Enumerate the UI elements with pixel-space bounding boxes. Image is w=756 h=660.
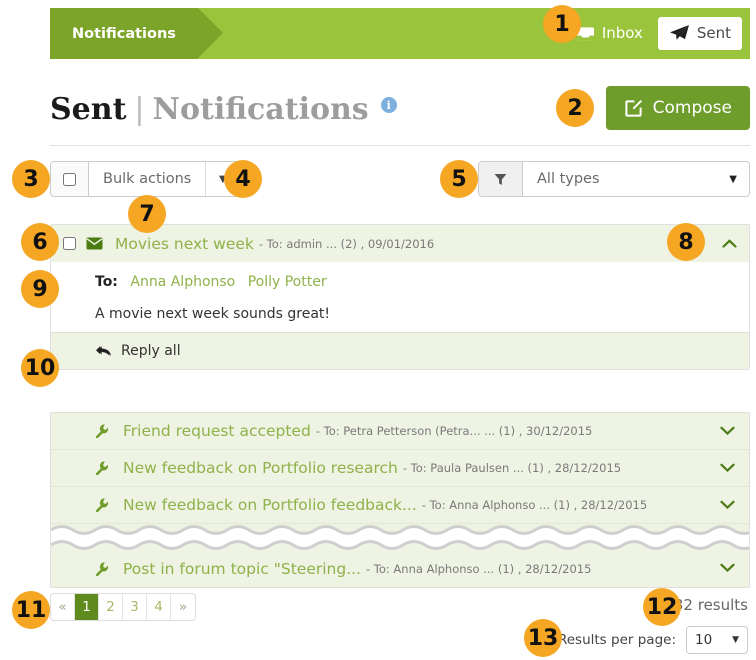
message-to-label: To: [95,274,118,290]
list-item[interactable]: New feedback on Portfolio research - To:… [51,450,749,487]
chevron-down-icon: ▼ [732,635,739,645]
topbar-section-tab: Notifications [50,8,223,59]
nav-tab-sent-label: Sent [696,24,731,42]
message-body-text: A movie next week sounds great! [95,306,331,322]
compose-button[interactable]: Compose [605,86,750,130]
pagination-page-2[interactable]: 2 [99,594,123,620]
callout-2: 2 [556,89,594,127]
type-filter-value: All types [537,171,600,187]
results-per-page-value: 10 [695,632,713,648]
message-select-checkbox[interactable] [63,237,76,250]
pagination-page-1[interactable]: 1 [75,594,99,620]
notifications-sent-page: Notifications Inbox Sent Sent | Notifica… [0,0,756,660]
pencil-square-icon [624,99,643,118]
message-footer: Reply all [51,332,749,369]
list-item-subject[interactable]: Friend request accepted [123,422,311,440]
funnel-filter-icon [479,162,523,196]
list-item-expand-toggle[interactable] [720,561,735,576]
list-item-subject[interactable]: Post in forum topic "Steering... [123,560,361,578]
page-title-main: Sent [50,91,127,127]
callout-3: 3 [12,160,50,198]
wrench-icon [95,424,109,438]
type-filter-group: All types ▼ [478,161,750,197]
notifications-topbar: Notifications Inbox Sent [50,8,750,59]
callout-7: 7 [128,195,166,233]
recipient-link-2[interactable]: Polly Potter [248,274,327,290]
callout-10: 10 [21,349,59,387]
pagination: « 1 2 3 4 » [50,593,196,621]
list-item[interactable]: Friend request accepted - To: Petra Pett… [51,413,749,450]
compose-button-label: Compose [652,98,732,118]
nav-tab-sent[interactable]: Sent [657,17,742,50]
chevron-down-icon: ▼ [729,173,737,185]
reply-all-label[interactable]: Reply all [121,343,181,359]
chevron-down-icon [720,463,735,472]
truncated-content-cut-marker [51,524,749,550]
results-per-page-label: Results per page: [557,632,676,648]
type-filter-select[interactable]: All types ▼ [523,162,749,196]
pagination-page-3[interactable]: 3 [123,594,147,620]
list-item-expand-toggle[interactable] [720,424,735,439]
select-all-checkbox-wrapper[interactable] [51,162,89,196]
list-item-expand-toggle[interactable] [720,498,735,513]
recipient-link-1[interactable]: Anna Alphonso [130,274,235,290]
list-item-expand-toggle[interactable] [720,461,735,476]
list-item-meta: - To: Petra Petterson (Petra... ... (1) … [315,424,593,438]
info-icon-glyph: i [386,98,391,112]
results-per-page-group: Results per page: 10 ▼ [558,626,748,654]
list-item-meta: - To: Anna Alphonso ... (1) , 28/12/2015 [421,498,648,512]
page-title-sub: Notifications [152,91,369,127]
paper-plane-icon [669,24,690,43]
chevron-down-icon [720,563,735,573]
nav-tab-inbox-label: Inbox [601,24,643,42]
title-divider [50,145,750,146]
list-controls-row: Bulk actions ▼ All types ▼ [50,161,750,199]
callout-13: 13 [524,619,562,657]
page-title-separator: | [134,91,145,127]
topbar-nav-group: Inbox Sent [565,17,750,50]
reply-all-arrow-icon [95,344,112,358]
page-heading-row: Sent | Notifications i Compose [50,80,750,138]
chevron-up-icon [722,239,737,248]
callout-1: 1 [543,5,581,43]
list-item[interactable]: New feedback on Portfolio feedback... - … [51,487,749,524]
pagination-page-4[interactable]: 4 [147,594,171,620]
results-per-page-select[interactable]: 10 ▼ [686,626,748,654]
list-item-subject[interactable]: New feedback on Portfolio research [123,459,398,477]
message-collapse-toggle[interactable] [712,239,737,248]
list-item-meta: - To: Paula Paulsen ... (1) , 28/12/2015 [402,461,622,475]
select-all-checkbox[interactable] [63,172,76,186]
message-body: To: Anna Alphonso Polly Potter A movie n… [51,262,749,332]
callout-11: 11 [12,591,50,629]
callout-4: 4 [224,160,262,198]
pagination-prev[interactable]: « [51,594,75,620]
callout-5: 5 [440,160,478,198]
list-item[interactable]: Post in forum topic "Steering... - To: A… [51,550,749,587]
wrench-icon [95,498,109,512]
callout-9: 9 [21,270,59,308]
info-circle-icon[interactable]: i [380,97,397,113]
callout-8: 8 [667,223,705,261]
chevron-down-icon [720,426,735,435]
page-title: Sent | Notifications i [50,92,397,127]
message-meta: - To: admin ... (2) , 09/01/2016 [258,236,435,251]
message-recipients-line: To: Anna Alphonso Polly Potter [95,274,749,290]
chevron-down-icon [720,500,735,509]
envelope-icon [86,237,103,250]
callout-12: 12 [643,588,681,626]
list-item-subject[interactable]: New feedback on Portfolio feedback... [123,496,417,514]
pagination-next[interactable]: » [171,594,195,620]
wrench-icon [95,461,109,475]
bulk-actions-label[interactable]: Bulk actions [89,162,206,196]
wrench-icon [95,562,109,576]
bulk-actions-group: Bulk actions ▼ [50,161,241,197]
topbar-tab-label: Notifications [72,25,176,42]
message-subject[interactable]: Movies next week [115,235,254,253]
expanded-message-block: Movies next week - To: admin ... (2) , 0… [50,224,750,370]
callout-6: 6 [21,223,59,261]
message-list: Friend request accepted - To: Petra Pett… [50,412,750,588]
results-count: 32 results [673,596,748,614]
list-item-meta: - To: Anna Alphonso ... (1) , 28/12/2015 [365,561,592,576]
